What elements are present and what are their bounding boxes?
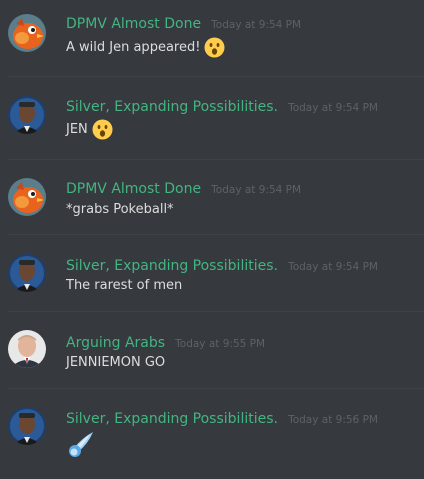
- username[interactable]: DPMV Almost Done: [66, 181, 201, 197]
- hushed-face-icon: [204, 37, 225, 58]
- orange-bird-avatar[interactable]: [8, 14, 46, 52]
- timestamp: Today at 9:54 PM: [288, 261, 378, 273]
- chat-log: DPMV Almost Done Today at 9:54 PM A wild…: [0, 0, 424, 479]
- message-content: A wild Jen appeared!: [66, 37, 225, 58]
- divider: [8, 76, 424, 77]
- divider: [8, 388, 424, 389]
- comet-icon: [66, 430, 96, 460]
- man-portrait-avatar[interactable]: [8, 254, 46, 292]
- message-content: The rarest of men: [66, 278, 182, 293]
- hushed-face-icon: [92, 119, 113, 140]
- message-text: The rarest of men: [66, 278, 183, 293]
- timestamp: Today at 9:55 PM: [175, 338, 266, 350]
- divider: [8, 311, 424, 312]
- username[interactable]: Silver, Expanding Possibilities.: [66, 258, 278, 274]
- man-suit-avatar[interactable]: [8, 330, 46, 368]
- message-content: JENNIEMON GO: [66, 355, 165, 370]
- message-content: [66, 430, 96, 460]
- timestamp: Today at 9:54 PM: [211, 184, 302, 196]
- message-text: JENNIEMON GO: [66, 355, 166, 370]
- orange-bird-avatar[interactable]: [8, 178, 46, 216]
- username[interactable]: DPMV Almost Done: [66, 16, 201, 32]
- username[interactable]: Silver, Expanding Possibilities.: [66, 99, 278, 115]
- message-content: JEN: [66, 119, 113, 140]
- message-text: A wild Jen appeared!: [66, 40, 201, 55]
- message-content: *grabs Pokeball*: [66, 202, 174, 217]
- man-portrait-avatar[interactable]: [8, 96, 46, 134]
- username[interactable]: Silver, Expanding Possibilities.: [66, 411, 278, 427]
- timestamp: Today at 9:56 PM: [288, 414, 378, 426]
- timestamp: Today at 9:54 PM: [211, 19, 302, 31]
- message-text: JEN: [66, 122, 88, 137]
- timestamp: Today at 9:54 PM: [288, 102, 378, 114]
- username[interactable]: Arguing Arabs: [66, 335, 165, 351]
- message-text: *grabs Pokeball*: [66, 202, 174, 217]
- man-portrait-avatar[interactable]: [8, 407, 46, 445]
- divider: [8, 234, 424, 235]
- divider: [8, 159, 424, 160]
